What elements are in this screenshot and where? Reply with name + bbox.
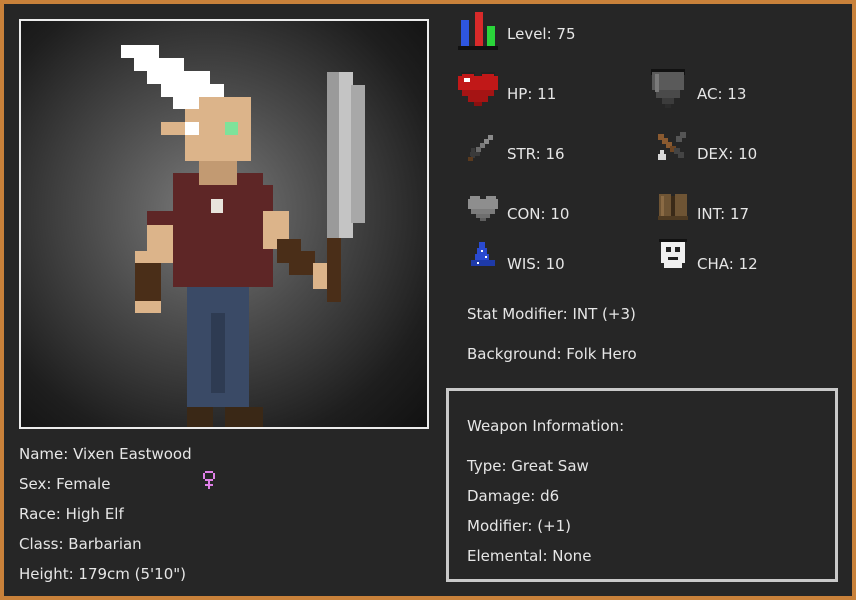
wizard-hat-icon [467, 240, 499, 270]
wis-value: WIS: 10 [507, 255, 565, 273]
con-value: CON: 10 [507, 205, 570, 223]
weapon-elemental: Elemental: None [467, 547, 592, 565]
weapon-heading: Weapon Information: [467, 417, 625, 435]
weapon-info-box: Weapon Information: Type: Great Saw Dama… [446, 388, 838, 582]
character-height: Height: 179cm (5'10") [19, 565, 187, 583]
hp-value: HP: 11 [507, 85, 557, 103]
barbarian-sprite [121, 45, 365, 427]
character-portrait [19, 19, 429, 429]
character-name: Name: Vixen Eastwood [19, 445, 192, 463]
shield-icon [650, 68, 686, 110]
level-value: Level: 75 [507, 25, 576, 43]
book-icon [657, 192, 689, 222]
mask-icon [658, 238, 688, 270]
stat-modifier: Stat Modifier: INT (+3) [467, 305, 636, 323]
sword-icon [466, 133, 496, 163]
character-sheet-panel: Name: Vixen Eastwood Sex: Female Race: H… [4, 4, 852, 596]
weapon-type: Type: Great Saw [467, 457, 589, 475]
character-race: Race: High Elf [19, 505, 124, 523]
weapon-modifier: Modifier: (+1) [467, 517, 572, 535]
character-sex: Sex: Female [19, 475, 111, 493]
female-symbol-icon [202, 470, 216, 490]
crossbow-icon [656, 130, 690, 164]
int-value: INT: 17 [697, 205, 750, 223]
heart-icon [457, 70, 499, 108]
str-value: STR: 16 [507, 145, 565, 163]
grey-heart-icon [467, 194, 499, 222]
weapon-damage: Damage: d6 [467, 487, 560, 505]
level-bars-icon [458, 10, 498, 50]
dex-value: DEX: 10 [697, 145, 758, 163]
character-class: Class: Barbarian [19, 535, 142, 553]
background: Background: Folk Hero [467, 345, 637, 363]
cha-value: CHA: 12 [697, 255, 758, 273]
ac-value: AC: 13 [697, 85, 747, 103]
